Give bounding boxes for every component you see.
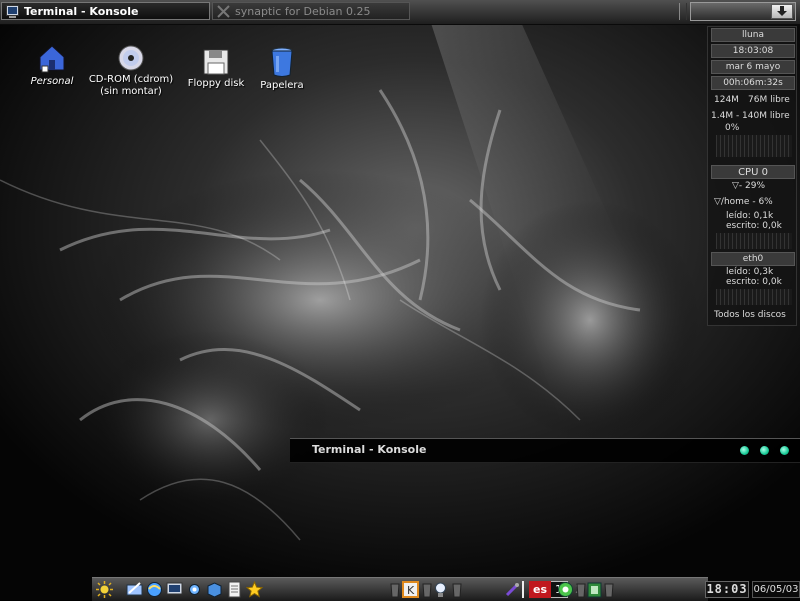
- moon-phase: lluna: [711, 28, 795, 42]
- keyboard-layout-flag[interactable]: es: [529, 581, 551, 598]
- svg-text:K: K: [407, 584, 415, 597]
- k-menu-icon[interactable]: [96, 581, 113, 598]
- disk-write: escrito: 0,0k: [726, 221, 782, 231]
- task-button-konsole[interactable]: Terminal - Konsole: [1, 2, 210, 20]
- lightbulb-icon[interactable]: [432, 581, 449, 598]
- desktop-selector[interactable]: [690, 2, 796, 21]
- all-disks-label: Todos los discos: [714, 310, 786, 320]
- memory-used: 124M: [714, 95, 739, 105]
- cpu-triangle-icon: ▽: [732, 181, 739, 191]
- star-icon[interactable]: [246, 581, 263, 598]
- dropdown-arrow-icon[interactable]: [771, 4, 793, 19]
- desktop-icon-label: Personal: [30, 76, 74, 87]
- task-label: synaptic for Debian 0.25: [235, 4, 371, 18]
- konsole-launch-icon[interactable]: [166, 581, 183, 598]
- net-title: eth0: [711, 252, 795, 266]
- applet-handle-icon[interactable]: [390, 582, 400, 598]
- net-write: escrito: 0,0k: [726, 277, 782, 287]
- applet-handle-icon[interactable]: [604, 582, 614, 598]
- disk-home: ▽/home - 6%: [714, 197, 773, 207]
- desktop-icon-label: Papelera: [260, 80, 304, 91]
- clipboard-icon[interactable]: [586, 581, 603, 598]
- maximize-button[interactable]: [760, 446, 769, 455]
- panel-date[interactable]: 06/05/03: [752, 581, 800, 598]
- net-read: leído: 0,3k: [726, 267, 774, 277]
- monitor-time: 18:03:08: [711, 44, 795, 58]
- cpu-load: ▽- 29%: [732, 181, 766, 191]
- synaptic-icon: [217, 4, 230, 18]
- desktop-icon-personal[interactable]: Personal: [26, 42, 78, 88]
- panel-clock[interactable]: 18:03: [705, 581, 749, 598]
- trash-icon: [271, 47, 293, 77]
- separator: [522, 581, 524, 598]
- close-button[interactable]: [780, 446, 789, 455]
- monitor-uptime: 00h:06m:32s: [711, 76, 795, 90]
- system-monitor-widget: lluna 18:03:08 mar 6 mayo 00h:06m:32s 12…: [707, 26, 797, 326]
- memory-free: 76M libre: [748, 95, 790, 105]
- settings-icon[interactable]: [186, 581, 203, 598]
- swap-info: 1.4M - 140M libre: [711, 111, 790, 121]
- top-taskbar: Terminal - Konsole synaptic for Debian 0…: [0, 0, 800, 25]
- package-icon[interactable]: [206, 581, 223, 598]
- disk-read: leído: 0,1k: [726, 211, 774, 221]
- monitor-date: mar 6 mayo: [711, 60, 795, 74]
- cpu-title: CPU 0: [711, 165, 795, 179]
- desktop-icon-label: CD-ROM (cdrom) (sin montar): [88, 74, 174, 97]
- swap-percent: 0%: [725, 123, 740, 133]
- kicker-panel: K 1 2 es 18:03 06/05/03: [92, 577, 800, 601]
- konsole-titlebar[interactable]: Terminal - Konsole: [290, 438, 800, 463]
- applet-handle-icon[interactable]: [452, 582, 462, 598]
- disk-triangle-icon: ▽: [714, 197, 721, 207]
- document-icon[interactable]: [226, 581, 243, 598]
- home-folder-icon: [39, 45, 65, 73]
- applet-handle-icon[interactable]: [422, 582, 432, 598]
- panel-grip-handle[interactable]: [679, 3, 687, 20]
- floppy-icon: [203, 49, 229, 75]
- show-desktop-icon[interactable]: [126, 581, 143, 598]
- desktop-icon-cdrom[interactable]: CD-ROM (cdrom) (sin montar): [86, 44, 176, 98]
- kde-launcher-icon[interactable]: K: [402, 581, 419, 598]
- applet-handle-icon[interactable]: [576, 582, 586, 598]
- browser-icon[interactable]: [146, 581, 163, 598]
- desktop-icon-floppy[interactable]: Floppy disk: [186, 48, 246, 90]
- window-title: Terminal - Konsole: [312, 443, 427, 456]
- disk-graph: [716, 233, 792, 249]
- net-graph: [716, 289, 792, 305]
- desktop-icon-label: Floppy disk: [187, 78, 245, 89]
- network-plug-icon[interactable]: [504, 581, 521, 598]
- task-label: Terminal - Konsole: [24, 4, 139, 18]
- network-status-icon[interactable]: [557, 581, 574, 598]
- minimize-button[interactable]: [740, 446, 749, 455]
- cdrom-icon: [118, 45, 144, 71]
- task-button-synaptic[interactable]: synaptic for Debian 0.25: [212, 2, 410, 20]
- konsole-icon: [6, 4, 19, 18]
- desktop-icon-trash[interactable]: Papelera: [256, 46, 308, 92]
- memory-graph: [716, 135, 792, 157]
